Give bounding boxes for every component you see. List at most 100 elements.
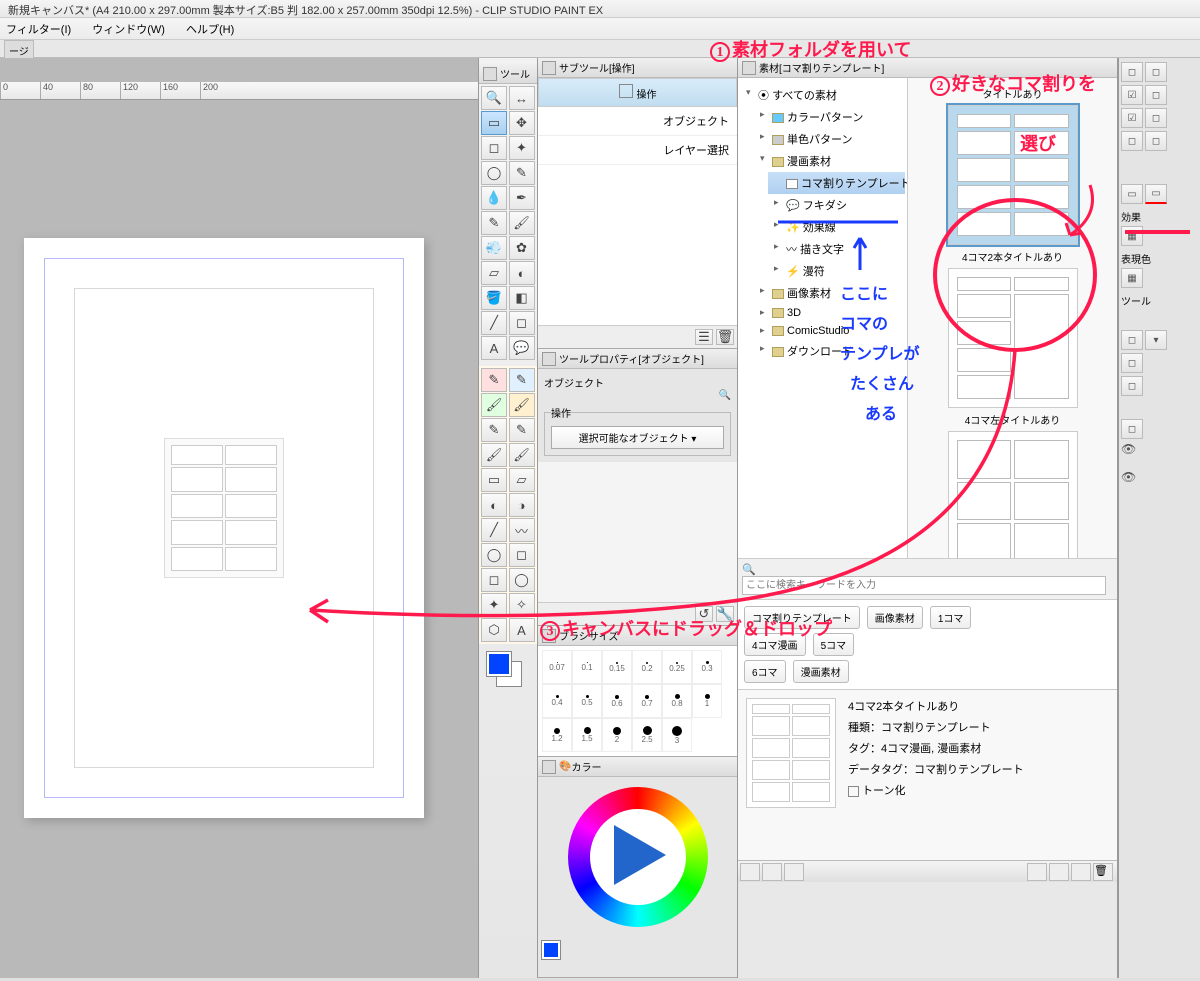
right-btn-icon[interactable]: ◻ <box>1121 376 1143 396</box>
custom-tool-7-icon[interactable]: 🖌 <box>481 443 507 467</box>
airbrush-tool-icon[interactable]: 💨 <box>481 236 507 260</box>
tag[interactable]: 4コマ漫画 <box>744 633 806 656</box>
fill-tool-icon[interactable]: 🪣 <box>481 286 507 310</box>
property-wrench-icon[interactable]: 🔧 <box>716 606 734 622</box>
footer-icon[interactable] <box>1049 863 1069 881</box>
material-tree[interactable]: ⦿ すべての素材 カラーパターン 単色パターン 漫画素材 コマ割りテンプレート … <box>738 78 908 558</box>
custom-tool-15-icon[interactable]: ◯ <box>481 543 507 567</box>
tree-image-material[interactable]: 画像素材 <box>754 282 905 304</box>
menu-filter[interactable]: フィルター(I) <box>6 24 71 36</box>
custom-tool-5-icon[interactable]: ✎ <box>481 418 507 442</box>
right-btn-icon[interactable]: ▾ <box>1145 330 1167 350</box>
tree-download[interactable]: ダウンロード <box>754 340 905 362</box>
tag[interactable]: 6コマ <box>744 660 786 683</box>
color-tool-1-icon[interactable]: ✎ <box>481 368 507 392</box>
right-btn-icon[interactable]: ◻ <box>1145 85 1167 105</box>
decoration-tool-icon[interactable]: ✿ <box>509 236 535 260</box>
subtool-layer-select[interactable]: レイヤー選択 <box>538 136 737 165</box>
marquee-tool-icon[interactable]: ◻ <box>481 136 507 160</box>
tree-manpu[interactable]: ⚡ 漫符 <box>768 260 905 282</box>
subtool-menu-icon[interactable]: ☰ <box>695 329 713 345</box>
subtool-trash-icon[interactable]: 🗑 <box>716 329 734 345</box>
footer-icon[interactable] <box>740 863 760 881</box>
zoom-tool-icon[interactable]: 🔍 <box>481 86 507 110</box>
doc-tab[interactable]: ージ <box>4 40 34 60</box>
current-color-swatch[interactable] <box>542 941 560 959</box>
right-btn-icon[interactable]: ▦ <box>1121 226 1143 246</box>
footer-trash-icon[interactable]: 🗑 <box>1093 863 1113 881</box>
tag[interactable]: 漫画素材 <box>793 660 849 683</box>
tree-effect-line[interactable]: ✨ 効果線 <box>768 216 905 238</box>
color-tool-3-icon[interactable]: 🖌 <box>481 393 507 417</box>
custom-tool-8-icon[interactable]: 🖌 <box>509 443 535 467</box>
tree-comic-studio[interactable]: ComicStudio <box>754 322 905 340</box>
custom-tool-16-icon[interactable]: ◻ <box>509 543 535 567</box>
custom-tool-19-icon[interactable]: ✦ <box>481 593 507 617</box>
pen-select-icon[interactable]: ✎ <box>509 161 535 185</box>
right-btn-icon[interactable]: ☑ <box>1121 85 1143 105</box>
custom-tool-6-icon[interactable]: ✎ <box>509 418 535 442</box>
footer-icon[interactable] <box>762 863 782 881</box>
right-tab-icon[interactable]: ▭ <box>1121 184 1143 204</box>
footer-icon[interactable] <box>1071 863 1091 881</box>
subtool-tab-operation[interactable]: 操作 <box>538 78 737 107</box>
right-btn-icon[interactable]: ◻ <box>1121 419 1143 439</box>
balloon-tool-icon[interactable]: 💬 <box>509 336 535 360</box>
custom-tool-21-icon[interactable]: ⬡ <box>481 618 507 642</box>
right-btn-icon[interactable]: ◻ <box>1121 62 1143 82</box>
tag[interactable]: 画像素材 <box>867 606 923 629</box>
tree-manga-material[interactable]: 漫画素材 <box>754 150 905 172</box>
pencil-tool-icon[interactable]: ✎ <box>481 211 507 235</box>
brush-tool-icon[interactable]: 🖌 <box>509 211 535 235</box>
lasso-tool-icon[interactable]: ◯ <box>481 161 507 185</box>
material-search-input[interactable] <box>742 576 1106 595</box>
tree-3d[interactable]: 3D <box>754 304 905 322</box>
right-tab-icon[interactable]: ▭ <box>1145 184 1167 204</box>
right-btn-icon[interactable]: ◻ <box>1121 131 1143 151</box>
material-thumbnails[interactable]: タイトルあり 4コマ2本タイトルあり 4コマ <box>908 78 1117 558</box>
tree-balloon[interactable]: 💬 フキダシ <box>768 194 905 216</box>
blend-tool-icon[interactable]: ◐ <box>509 261 535 285</box>
menu-window[interactable]: ウィンドウ(W) <box>92 24 165 36</box>
custom-tool-9-icon[interactable]: ▭ <box>481 468 507 492</box>
canvas-area[interactable]: 0 40 80 120 160 200 <box>0 58 478 978</box>
material-thumb-selected[interactable]: 4コマ2本タイトルあり <box>928 105 1098 264</box>
brush-size-grid[interactable]: 0.07 0.1 0.15 0.2 0.25 0.3 0.4 0.5 0.6 0… <box>538 646 737 756</box>
dropped-frame-template[interactable] <box>164 438 284 578</box>
right-btn-icon[interactable]: ◻ <box>1121 353 1143 373</box>
tree-frame-template[interactable]: コマ割りテンプレート <box>768 172 905 194</box>
color-triangle[interactable] <box>614 825 666 885</box>
eraser-tool-icon[interactable]: ▱ <box>481 261 507 285</box>
shape-tool-icon[interactable]: ◻ <box>509 311 535 335</box>
move-tool-icon[interactable]: ↔ <box>509 86 535 110</box>
move-layer-tool-icon[interactable]: ✥ <box>509 111 535 135</box>
material-thumb[interactable]: 3段6コマ1 <box>928 431 1098 558</box>
custom-tool-14-icon[interactable]: 〰 <box>509 518 535 542</box>
selectable-object-dropdown[interactable]: 選択可能なオブジェクト ▾ <box>551 426 724 449</box>
tag[interactable]: 5コマ <box>813 633 855 656</box>
tag[interactable]: コマ割りテンプレート <box>744 606 860 629</box>
menu-help[interactable]: ヘルプ(H) <box>186 24 234 36</box>
custom-tool-10-icon[interactable]: ▱ <box>509 468 535 492</box>
tree-drawing[interactable]: 〰 描き文字 <box>768 238 905 260</box>
tree-color-pattern[interactable]: カラーパターン <box>754 106 905 128</box>
footer-icon[interactable] <box>1027 863 1047 881</box>
visibility-eye-icon[interactable]: 👁 <box>1121 470 1139 488</box>
custom-tool-11-icon[interactable]: ◐ <box>481 493 507 517</box>
eyedropper-icon[interactable]: 💧 <box>481 186 507 210</box>
gradient-tool-icon[interactable]: ◧ <box>509 286 535 310</box>
custom-tool-20-icon[interactable]: ✧ <box>509 593 535 617</box>
detail-tone[interactable]: トーン化 <box>848 782 1024 798</box>
color-tool-2-icon[interactable]: ✎ <box>509 368 535 392</box>
custom-tool-18-icon[interactable]: ◯ <box>509 568 535 592</box>
tag[interactable]: 1コマ <box>930 606 972 629</box>
custom-tool-22-icon[interactable]: A <box>509 618 535 642</box>
wand-tool-icon[interactable]: ✦ <box>509 136 535 160</box>
tree-all-materials[interactable]: ⦿ すべての素材 <box>740 84 905 106</box>
subtool-object[interactable]: オブジェクト <box>538 107 737 136</box>
text-tool-icon[interactable]: A <box>481 336 507 360</box>
line-tool-icon[interactable]: ╱ <box>481 311 507 335</box>
right-btn-icon[interactable]: ◻ <box>1145 62 1167 82</box>
canvas-page[interactable] <box>24 238 424 818</box>
tree-mono-pattern[interactable]: 単色パターン <box>754 128 905 150</box>
